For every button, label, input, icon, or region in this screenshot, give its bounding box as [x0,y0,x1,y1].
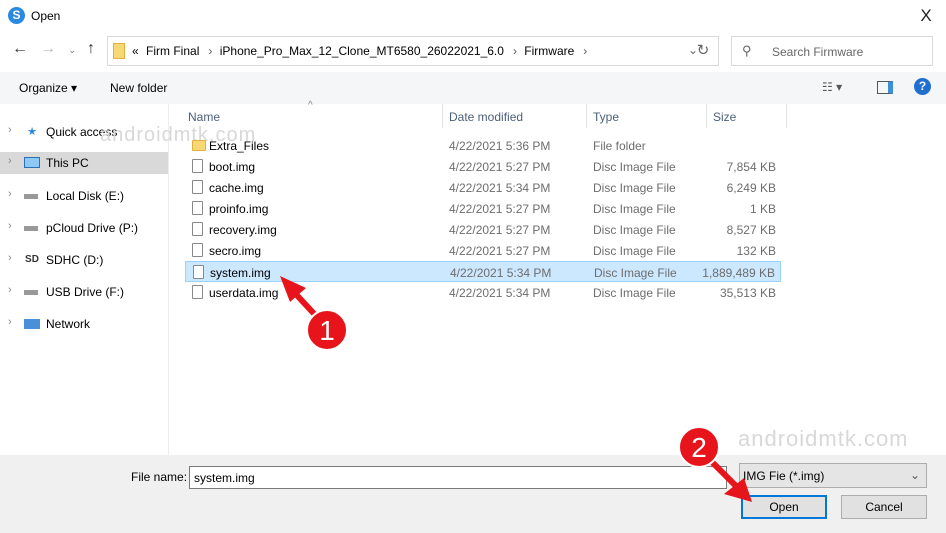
annotation-arrow-1 [280,276,321,321]
annotation-number-1: 1 [319,315,335,346]
annotation-number-2: 2 [691,432,707,463]
annotation-arrow-2 [705,455,752,502]
annotation-layer: 1 2 [280,276,752,502]
